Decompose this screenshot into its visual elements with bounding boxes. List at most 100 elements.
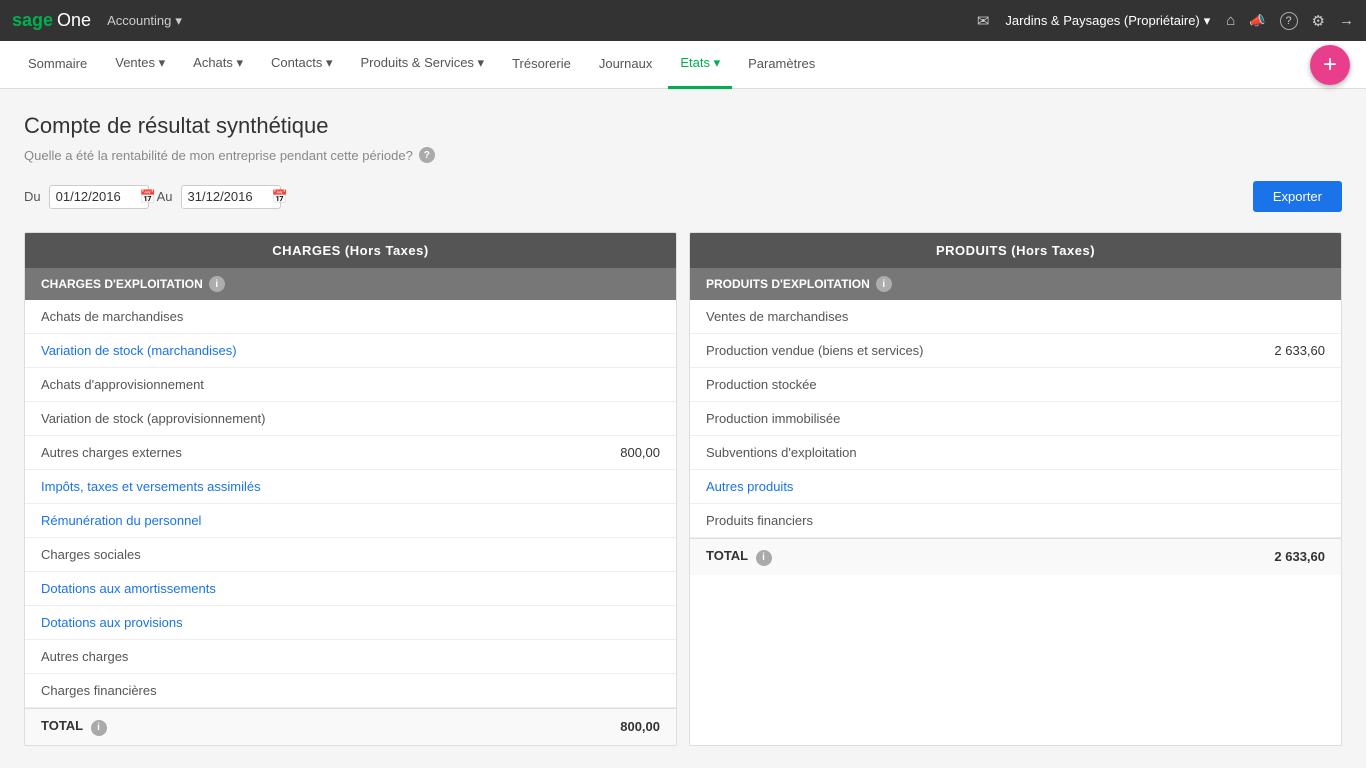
row-label: Variation de stock (approvisionnement) xyxy=(41,411,266,426)
row-label: Achats de marchandises xyxy=(41,309,183,324)
row-label: Ventes de marchandises xyxy=(706,309,848,324)
date-to-field[interactable] xyxy=(188,189,268,204)
company-arrow: ▾ xyxy=(1204,13,1211,29)
table-row: Variation de stock (approvisionnement) xyxy=(25,402,676,436)
table-row: Autres charges xyxy=(25,640,676,674)
table-row: Achats d'approvisionnement xyxy=(25,368,676,402)
table-row: Dotations aux provisions xyxy=(25,606,676,640)
page-subtitle: Quelle a été la rentabilité de mon entre… xyxy=(24,147,1342,163)
table-row: Achats de marchandises xyxy=(25,300,676,334)
table-row: Produits financiers xyxy=(690,504,1341,538)
export-button[interactable]: Exporter xyxy=(1253,181,1342,212)
produits-table: PRODUITS (Hors Taxes) PRODUITS D'EXPLOIT… xyxy=(689,232,1342,746)
top-nav-right: ✉ Jardins & Paysages (Propriétaire) ▾ ⌂ … xyxy=(977,12,1354,30)
logo-sage: sage xyxy=(12,10,53,31)
nav-achats[interactable]: Achats ▾ xyxy=(181,41,255,89)
logo[interactable]: sage One xyxy=(12,10,91,31)
row-amount: 2 633,60 xyxy=(1274,343,1325,358)
row-label: Production immobilisée xyxy=(706,411,840,426)
megaphone-icon[interactable]: 📣 xyxy=(1249,13,1265,29)
table-row: Production stockée xyxy=(690,368,1341,402)
charges-total-info-icon[interactable]: i xyxy=(91,720,107,736)
produits-total-label: TOTAL i xyxy=(706,548,772,566)
table-row: Charges sociales xyxy=(25,538,676,572)
top-navigation: sage One Accounting ▾ ✉ Jardins & Paysag… xyxy=(0,0,1366,41)
date-to-input[interactable]: 📅 xyxy=(181,185,281,209)
row-label: Autres charges externes xyxy=(41,445,182,460)
row-label[interactable]: Dotations aux provisions xyxy=(41,615,183,630)
main-navigation: Sommaire Ventes ▾ Achats ▾ Contacts ▾ Pr… xyxy=(0,41,1366,89)
row-label[interactable]: Autres produits xyxy=(706,479,793,494)
logout-icon[interactable]: → xyxy=(1339,12,1354,29)
calendar-from-icon[interactable]: 📅 xyxy=(140,189,156,205)
charges-section-label: CHARGES D'EXPLOITATION xyxy=(41,277,203,291)
page-content: Compte de résultat synthétique Quelle a … xyxy=(0,89,1366,746)
date-from-label: Du xyxy=(24,189,41,204)
charges-table: CHARGES (Hors Taxes) CHARGES D'EXPLOITAT… xyxy=(24,232,677,746)
calendar-to-icon[interactable]: 📅 xyxy=(272,189,288,205)
help-icon[interactable]: ? xyxy=(1280,12,1298,30)
home-icon[interactable]: ⌂ xyxy=(1226,12,1235,29)
table-row: Charges financières xyxy=(25,674,676,708)
row-label: Production vendue (biens et services) xyxy=(706,343,924,358)
produits-section-header: PRODUITS D'EXPLOITATION i xyxy=(690,268,1341,300)
top-nav-icons: ⌂ 📣 ? ⚙ → xyxy=(1226,12,1354,30)
nav-tresorerie[interactable]: Trésorerie xyxy=(500,41,583,89)
nav-etats[interactable]: Etats ▾ xyxy=(668,41,732,89)
charges-info-icon[interactable]: i xyxy=(209,276,225,292)
produits-info-icon[interactable]: i xyxy=(876,276,892,292)
produits-section-label: PRODUITS D'EXPLOITATION xyxy=(706,277,870,291)
settings-icon[interactable]: ⚙ xyxy=(1312,12,1325,30)
row-label: Produits financiers xyxy=(706,513,813,528)
row-label[interactable]: Impôts, taxes et versements assimilés xyxy=(41,479,261,494)
produits-total-amount: 2 633,60 xyxy=(1274,549,1325,564)
help-circle-icon[interactable]: ? xyxy=(419,147,435,163)
table-row: Subventions d'exploitation xyxy=(690,436,1341,470)
row-label: Production stockée xyxy=(706,377,817,392)
accounting-label: Accounting xyxy=(107,13,171,28)
subtitle-text: Quelle a été la rentabilité de mon entre… xyxy=(24,148,413,163)
accounting-arrow: ▾ xyxy=(175,13,182,29)
nav-produits-services[interactable]: Produits & Services ▾ xyxy=(349,41,497,89)
row-label: Charges sociales xyxy=(41,547,141,562)
date-from-field[interactable] xyxy=(56,189,136,204)
nav-journaux[interactable]: Journaux xyxy=(587,41,664,89)
table-row: Rémunération du personnel xyxy=(25,504,676,538)
charges-table-footer: TOTAL i 800,00 xyxy=(25,708,676,745)
row-label[interactable]: Rémunération du personnel xyxy=(41,513,201,528)
nav-contacts[interactable]: Contacts ▾ xyxy=(259,41,344,89)
add-button[interactable]: + xyxy=(1310,45,1350,85)
produits-table-footer: TOTAL i 2 633,60 xyxy=(690,538,1341,575)
accounting-dropdown[interactable]: Accounting ▾ xyxy=(107,13,182,29)
table-row: Dotations aux amortissements xyxy=(25,572,676,606)
nav-sommaire[interactable]: Sommaire xyxy=(16,41,99,89)
produits-total-info-icon[interactable]: i xyxy=(756,550,772,566)
date-to-label: Au xyxy=(157,189,173,204)
page-title: Compte de résultat synthétique xyxy=(24,113,1342,139)
row-label[interactable]: Variation de stock (marchandises) xyxy=(41,343,237,358)
logo-one: One xyxy=(57,10,91,31)
row-label: Subventions d'exploitation xyxy=(706,445,857,460)
charges-total-label: TOTAL i xyxy=(41,718,107,736)
produits-table-header: PRODUITS (Hors Taxes) xyxy=(690,233,1341,268)
nav-parametres[interactable]: Paramètres xyxy=(736,41,827,89)
date-from-input[interactable]: 📅 xyxy=(49,185,149,209)
row-label: Charges financières xyxy=(41,683,157,698)
company-name-text: Jardins & Paysages (Propriétaire) xyxy=(1005,13,1199,28)
table-row: Ventes de marchandises xyxy=(690,300,1341,334)
nav-ventes[interactable]: Ventes ▾ xyxy=(103,41,177,89)
row-amount: 800,00 xyxy=(620,445,660,460)
email-icon[interactable]: ✉ xyxy=(977,12,990,30)
row-label: Autres charges xyxy=(41,649,128,664)
charges-table-header: CHARGES (Hors Taxes) xyxy=(25,233,676,268)
charges-total-amount: 800,00 xyxy=(620,719,660,734)
table-row: Variation de stock (marchandises) xyxy=(25,334,676,368)
table-row: Impôts, taxes et versements assimilés xyxy=(25,470,676,504)
row-label[interactable]: Dotations aux amortissements xyxy=(41,581,216,596)
company-dropdown[interactable]: Jardins & Paysages (Propriétaire) ▾ xyxy=(1005,13,1210,29)
charges-section-header: CHARGES D'EXPLOITATION i xyxy=(25,268,676,300)
table-row: Production immobilisée xyxy=(690,402,1341,436)
table-row: Production vendue (biens et services) 2 … xyxy=(690,334,1341,368)
table-row: Autres produits xyxy=(690,470,1341,504)
table-row: Autres charges externes 800,00 xyxy=(25,436,676,470)
